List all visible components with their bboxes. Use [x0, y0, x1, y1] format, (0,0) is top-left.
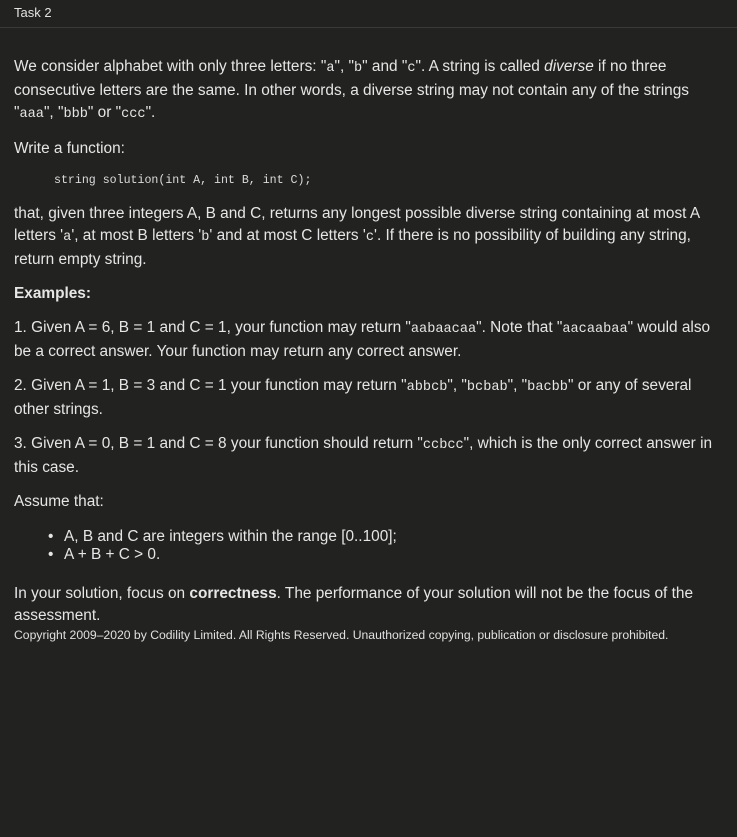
- constraints-list: • A, B and C are integers within the rang…: [14, 528, 723, 564]
- example-3: 3. Given A = 0, B = 1 and C = 8 your fun…: [14, 433, 723, 479]
- intro-text: " or ": [87, 104, 122, 121]
- inline-code: aaa: [19, 107, 44, 122]
- write-function-label: Write a function:: [14, 140, 125, 157]
- intro-text: ".: [145, 104, 156, 121]
- task-text: ' and at most C letters ': [209, 227, 366, 244]
- inline-code: ccc: [121, 107, 146, 122]
- emphasis-correctness: correctness: [189, 585, 277, 602]
- inline-code: aacaabaa: [562, 322, 628, 337]
- emphasis-diverse: diverse: [544, 58, 594, 75]
- example-text: 1. Given A = 6, B = 1 and C = 1, your fu…: [14, 319, 411, 336]
- example-text: 2. Given A = 1, B = 3 and C = 1 your fun…: [14, 377, 407, 394]
- copyright-notice: Copyright 2009–2020 by Codility Limited.…: [14, 628, 669, 642]
- inline-code: c: [365, 230, 374, 245]
- example-text: 3. Given A = 0, B = 1 and C = 8 your fun…: [14, 435, 423, 452]
- intro-text: " and ": [362, 58, 408, 75]
- task-text: ', at most B letters ': [71, 227, 202, 244]
- intro-text: ", ": [43, 104, 64, 121]
- intro-text: ". A string is called: [415, 58, 545, 75]
- bullet-icon: •: [48, 546, 54, 563]
- inline-code: b: [353, 61, 363, 76]
- task-description: We consider alphabet with only three let…: [0, 56, 737, 643]
- example-text: ", ": [507, 377, 528, 394]
- task-paragraph: that, given three integers A, B and C, r…: [14, 203, 723, 271]
- task-header: Task 2: [0, 0, 737, 28]
- focus-paragraph: In your solution, focus on correctness. …: [14, 583, 723, 627]
- task-title: Task 2: [14, 5, 52, 20]
- bullet-icon: •: [48, 528, 54, 545]
- constraint-text: A + B + C > 0.: [64, 546, 161, 563]
- function-signature: string solution(int A, int B, int C);: [54, 174, 312, 187]
- example-text: ", ": [447, 377, 467, 394]
- constraint-text: A, B and C are integers within the range…: [64, 528, 397, 545]
- example-text: ". Note that ": [476, 319, 563, 336]
- inline-code: bacbb: [527, 380, 568, 395]
- intro-text: We consider alphabet with only three let…: [14, 58, 327, 75]
- list-item: • A, B and C are integers within the rang…: [48, 528, 723, 546]
- inline-code: ccbcc: [422, 438, 464, 453]
- intro-text: ", ": [334, 58, 354, 75]
- assume-label: Assume that:: [14, 493, 104, 510]
- inline-code: bcbab: [466, 380, 508, 395]
- example-1: 1. Given A = 6, B = 1 and C = 1, your fu…: [14, 317, 723, 363]
- inline-code: aabaacaa: [410, 322, 477, 337]
- inline-code: abbcb: [406, 380, 448, 395]
- intro-paragraph: We consider alphabet with only three let…: [14, 56, 723, 126]
- examples-heading: Examples:: [14, 285, 91, 302]
- list-item: • A + B + C > 0.: [48, 546, 723, 564]
- focus-text: In your solution, focus on: [14, 585, 190, 602]
- example-2: 2. Given A = 1, B = 3 and C = 1 your fun…: [14, 375, 723, 421]
- inline-code: bbb: [63, 107, 88, 122]
